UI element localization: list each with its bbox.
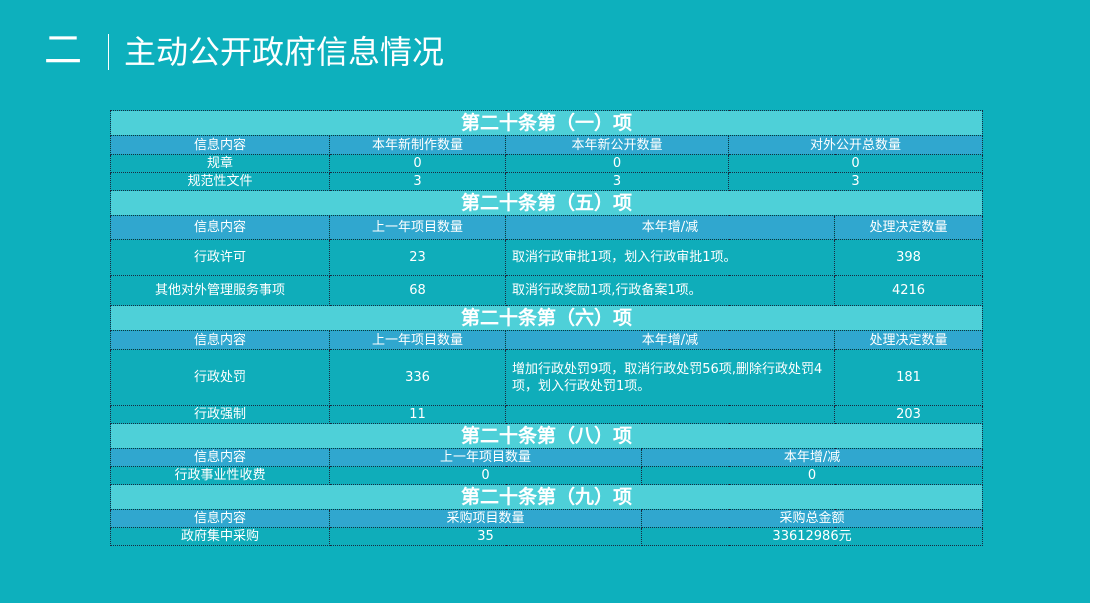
table-header-row: 信息内容 上一年项目数量 本年增/减 处理决定数量 xyxy=(110,330,984,350)
table-cell: 行政许可 xyxy=(110,239,330,276)
table-cell: 行政事业性收费 xyxy=(110,466,330,485)
section-number: 二 xyxy=(44,28,85,72)
table-row: 行政许可 23 取消行政审批1项，划入行政审批1项。 398 xyxy=(110,239,984,276)
table-cell: 68 xyxy=(329,275,506,306)
table-cell: 11 xyxy=(329,405,506,424)
header-cell: 采购项目数量 xyxy=(329,509,642,528)
header-cell: 本年新公开数量 xyxy=(505,135,729,155)
section-title: 第二十条第（九）项 xyxy=(109,484,984,510)
section-title: 第二十条第（八）项 xyxy=(109,423,984,449)
header-cell: 本年增/减 xyxy=(505,330,835,350)
table-cell: 35 xyxy=(329,527,642,546)
title-divider xyxy=(108,34,109,70)
table-row: 规章 0 0 0 xyxy=(110,154,984,173)
table-cell: 行政强制 xyxy=(110,405,330,424)
table-cell: 政府集中采购 xyxy=(110,527,330,546)
table-cell: 取消行政审批1项，划入行政审批1项。 xyxy=(505,239,835,276)
table-cell: 203 xyxy=(833,405,984,424)
table-cell: 398 xyxy=(833,239,984,276)
table-cell: 规范性文件 xyxy=(110,172,330,191)
table-cell: 23 xyxy=(329,239,506,276)
header-cell: 信息内容 xyxy=(110,509,330,528)
table-cell: 0 xyxy=(727,154,984,173)
table-header-row: 信息内容 采购项目数量 采购总金额 xyxy=(110,509,984,528)
table-row: 行政强制 11 203 xyxy=(110,405,984,424)
info-table-container: 第二十条第（一）项 信息内容 本年新制作数量 本年新公开数量 对外公开总数量 规… xyxy=(109,110,984,546)
table-cell: 4216 xyxy=(833,275,984,306)
table-cell: 取消行政奖励1项,行政备案1项。 xyxy=(505,275,835,306)
header-cell: 对外公开总数量 xyxy=(727,135,984,155)
table-header-row: 信息内容 本年新制作数量 本年新公开数量 对外公开总数量 xyxy=(110,135,984,155)
section-title: 第二十条第（六）项 xyxy=(109,305,984,331)
section-title-row: 第二十条第（六）项 xyxy=(109,305,984,331)
table-cell: 0 xyxy=(505,154,729,173)
header-cell: 本年增/减 xyxy=(640,448,984,467)
header-cell: 采购总金额 xyxy=(640,509,984,528)
table-row: 其他对外管理服务事项 68 取消行政奖励1项,行政备案1项。 4216 xyxy=(110,275,984,306)
slide: 二 主动公开政府信息情况 第二十条第（一）项 信息内容 本年新制作数量 本年新公… xyxy=(0,0,1090,603)
table-cell: 其他对外管理服务事项 xyxy=(110,275,330,306)
header-cell: 本年新制作数量 xyxy=(329,135,506,155)
header-cell: 上一年项目数量 xyxy=(329,330,506,350)
table-cell: 3 xyxy=(329,172,506,191)
table-row: 行政处罚 336 增加行政处罚9项，取消行政处罚56项,删除行政处罚4项，划入行… xyxy=(110,349,984,406)
table-cell: 0 xyxy=(329,154,506,173)
table-header-row: 信息内容 上一年项目数量 本年增/减 处理决定数量 xyxy=(110,215,984,240)
header-cell: 信息内容 xyxy=(110,448,330,467)
table-cell: 行政处罚 xyxy=(110,349,330,406)
header-cell: 本年增/减 xyxy=(505,215,835,240)
table-cell: 0 xyxy=(329,466,642,485)
header-cell: 信息内容 xyxy=(110,135,330,155)
section-title-row: 第二十条第（五）项 xyxy=(109,190,984,216)
section-title: 第二十条第（一）项 xyxy=(109,110,984,136)
table-row: 行政事业性收费 0 0 xyxy=(110,466,984,485)
table-cell: 336 xyxy=(329,349,506,406)
table-cell: 规章 xyxy=(110,154,330,173)
table-cell xyxy=(505,405,835,424)
info-table: 第二十条第（一）项 信息内容 本年新制作数量 本年新公开数量 对外公开总数量 规… xyxy=(109,110,984,546)
section-title-row: 第二十条第（八）项 xyxy=(109,423,984,449)
section-title: 第二十条第（五）项 xyxy=(109,190,984,216)
header-cell: 上一年项目数量 xyxy=(329,215,506,240)
section-title-row: 第二十条第（九）项 xyxy=(109,484,984,510)
table-row: 规范性文件 3 3 3 xyxy=(110,172,984,191)
table-cell: 181 xyxy=(833,349,984,406)
header-cell: 处理决定数量 xyxy=(833,215,984,240)
table-cell: 33612986元 xyxy=(640,527,984,546)
page-title: 主动公开政府信息情况 xyxy=(124,33,445,71)
table-cell: 3 xyxy=(727,172,984,191)
header-cell: 处理决定数量 xyxy=(833,330,984,350)
table-cell: 0 xyxy=(640,466,984,485)
header-cell: 上一年项目数量 xyxy=(329,448,642,467)
table-cell: 增加行政处罚9项，取消行政处罚56项,删除行政处罚4项，划入行政处罚1项。 xyxy=(505,349,835,406)
header-cell: 信息内容 xyxy=(110,330,330,350)
section-title-row: 第二十条第（一）项 xyxy=(109,110,984,136)
table-row: 政府集中采购 35 33612986元 xyxy=(110,527,984,546)
table-header-row: 信息内容 上一年项目数量 本年增/减 xyxy=(110,448,984,467)
table-cell: 3 xyxy=(505,172,729,191)
header-cell: 信息内容 xyxy=(110,215,330,240)
